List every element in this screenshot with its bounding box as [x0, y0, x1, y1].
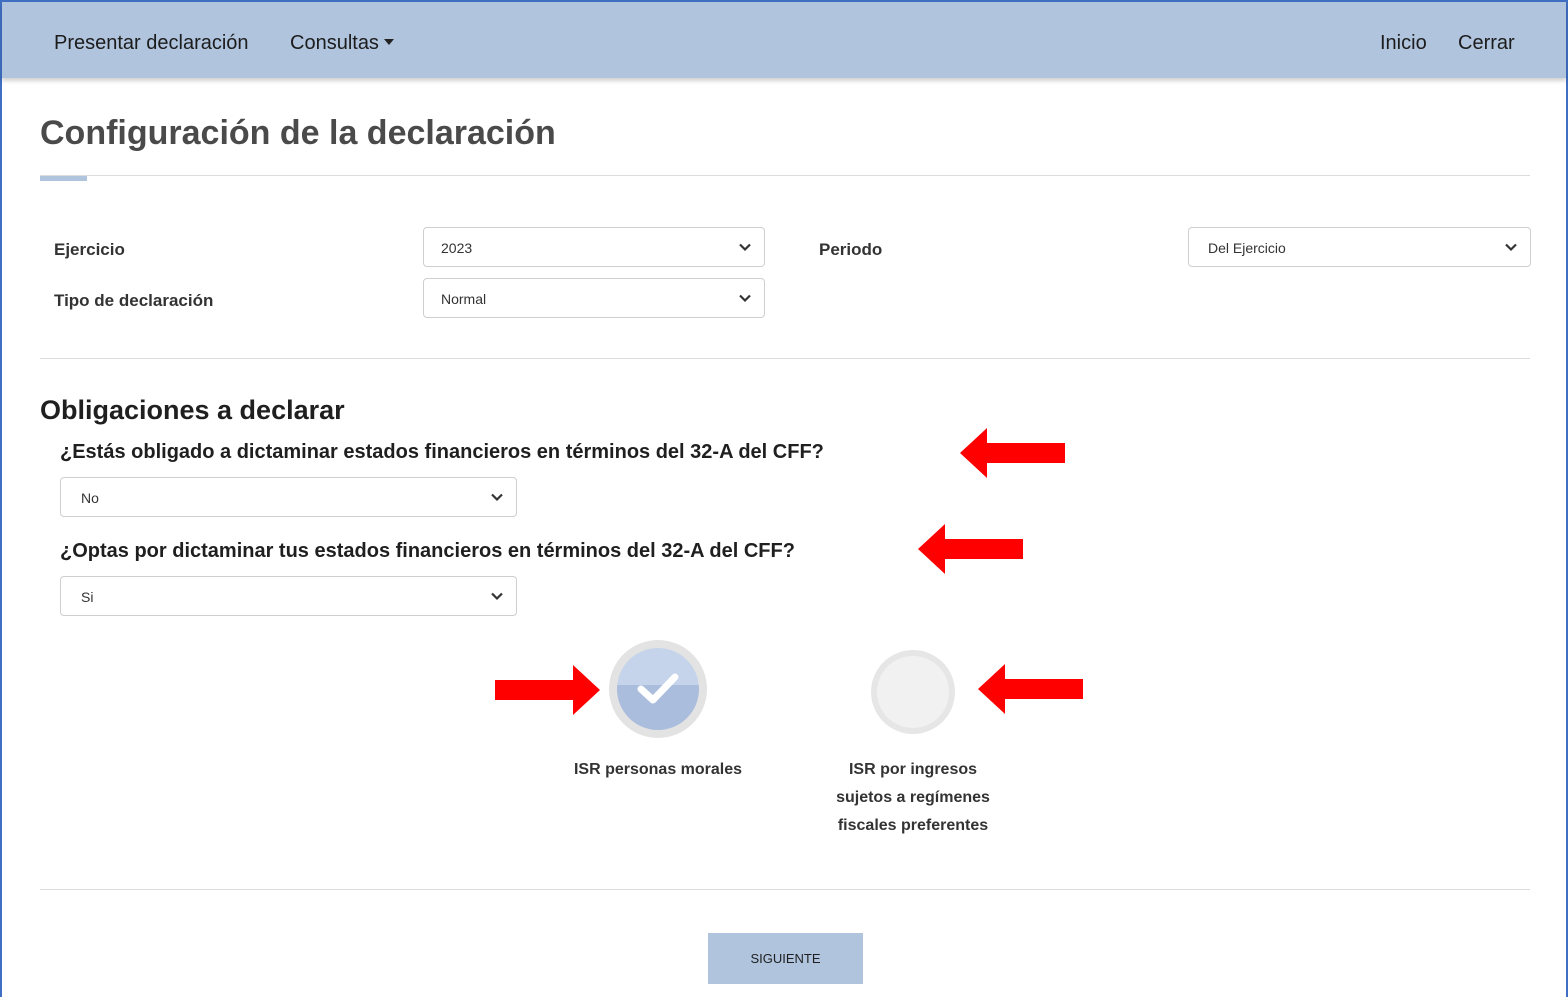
annotation-arrow-left-icon: [918, 524, 1023, 574]
ejercicio-select[interactable]: 2023: [423, 227, 765, 267]
nav-presentar-declaracion[interactable]: Presentar declaración: [54, 32, 249, 55]
checkmark-icon: [637, 673, 679, 704]
footer-divider: [40, 889, 1530, 890]
section-divider: [40, 358, 1530, 359]
tipo-declaracion-label: Tipo de declaración: [54, 291, 214, 310]
toggle-empty-fill: [877, 656, 949, 728]
obligaciones-title: Obligaciones a declarar: [40, 395, 345, 425]
chevron-down-icon: [491, 493, 503, 502]
option-label-line: fiscales preferentes: [837, 817, 989, 834]
page-title: Configuración de la declaración: [40, 114, 556, 152]
top-navbar: Presentar declaración Consultas Inicio C…: [2, 2, 1566, 78]
chevron-down-icon: [739, 243, 751, 252]
periodo-selected-value: Del Ejercicio: [1208, 240, 1286, 256]
annotation-arrow-left-icon: [978, 664, 1083, 714]
obligado-dictaminar-select[interactable]: No: [60, 477, 517, 517]
optas-dictaminar-select[interactable]: Si: [60, 576, 517, 616]
chevron-down-icon: [1505, 243, 1517, 252]
obligado-dictaminar-selected-value: No: [81, 490, 99, 506]
annotation-arrow-right-icon: [495, 665, 600, 715]
siguiente-button[interactable]: SIGUIENTE: [708, 933, 863, 984]
annotation-arrow-left-icon: [960, 428, 1065, 478]
isr-regimenes-preferentes-label: ISR por ingresos sujetos a regímenes fis…: [793, 756, 1033, 840]
chevron-down-icon: [491, 592, 503, 601]
isr-regimenes-preferentes-toggle[interactable]: [871, 650, 955, 734]
optas-dictaminar-selected-value: Si: [81, 589, 94, 605]
title-divider: [40, 175, 1530, 176]
periodo-select[interactable]: Del Ejercicio: [1188, 227, 1531, 267]
chevron-down-icon: [739, 294, 751, 303]
isr-personas-morales-label: ISR personas morales: [573, 761, 743, 778]
nav-cerrar[interactable]: Cerrar: [1458, 32, 1515, 55]
tipo-declaracion-select[interactable]: Normal: [423, 278, 765, 318]
question-optas-dictaminar: ¿Optas por dictaminar tus estados financ…: [60, 540, 795, 562]
question-obligado-dictaminar: ¿Estás obligado a dictaminar estados fin…: [60, 441, 824, 463]
ejercicio-label: Ejercicio: [54, 240, 125, 259]
caret-down-icon: [383, 39, 394, 45]
option-label-line: ISR por ingresos: [848, 761, 978, 778]
nav-consultas-label: Consultas: [290, 32, 379, 54]
ejercicio-selected-value: 2023: [441, 240, 473, 256]
option-label-line: sujetos a regímenes: [836, 789, 990, 806]
nav-consultas-dropdown[interactable]: Consultas: [290, 32, 394, 55]
periodo-label: Periodo: [819, 240, 883, 259]
tipo-declaracion-selected-value: Normal: [441, 291, 487, 307]
isr-personas-morales-toggle[interactable]: [609, 640, 707, 738]
nav-inicio[interactable]: Inicio: [1380, 32, 1427, 55]
title-accent-bar: [40, 176, 87, 181]
